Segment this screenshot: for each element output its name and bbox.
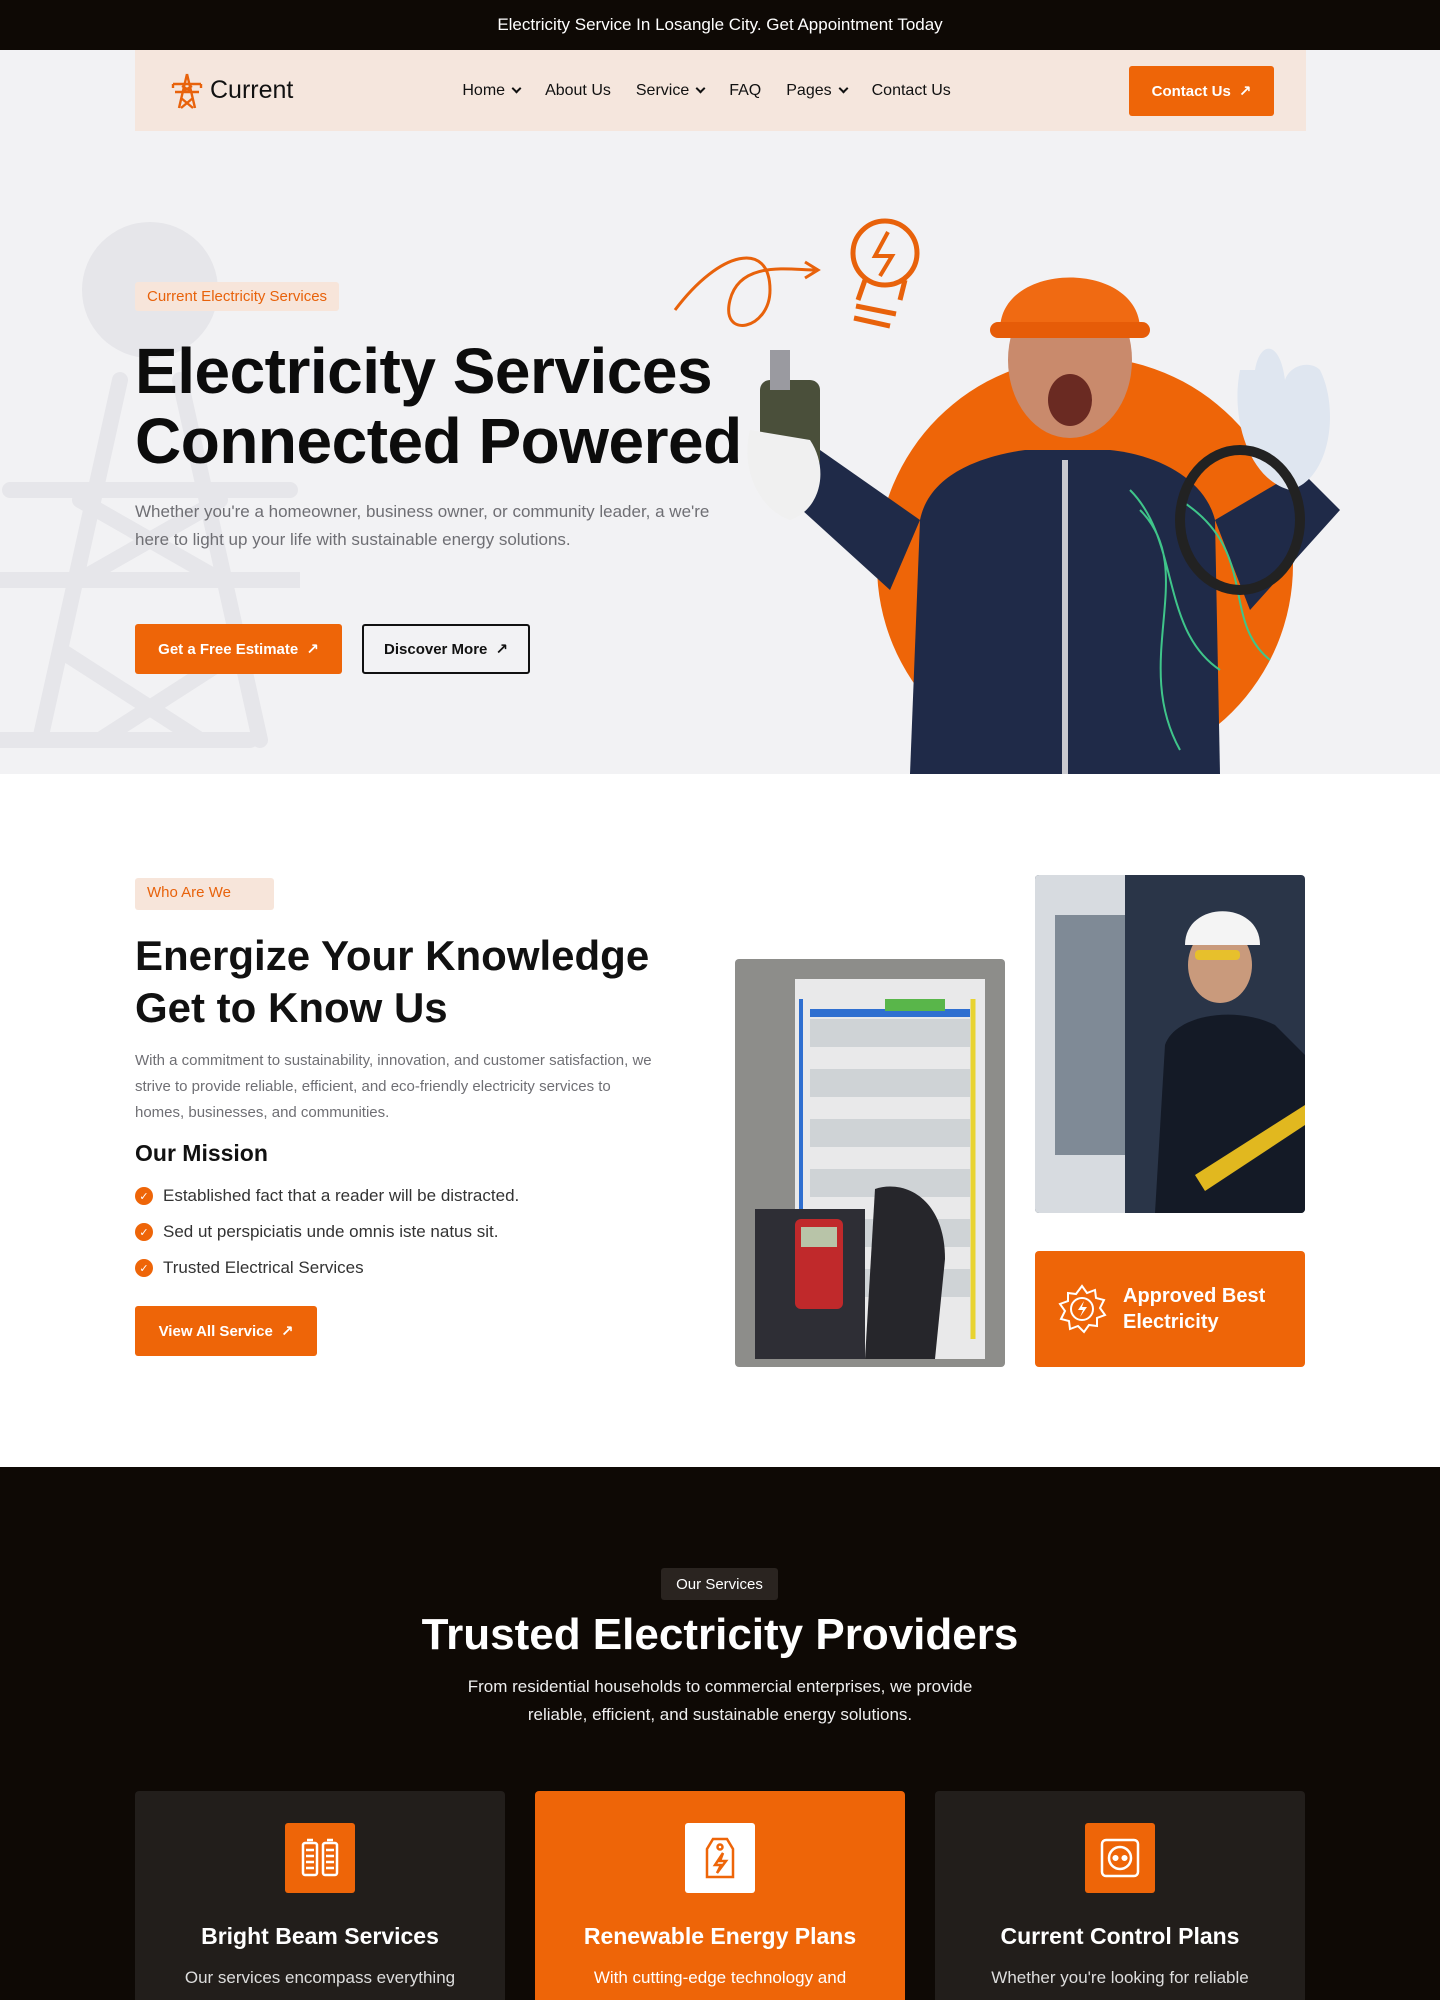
hero-section: Current Electricity Services Electricity… — [0, 50, 1440, 774]
nav-label: Service — [635, 81, 690, 99]
discover-more-button[interactable]: Discover More ↗ — [362, 624, 530, 674]
electrical-panel-photo — [735, 959, 1005, 1367]
services-description: From residential households to commercia… — [467, 1677, 973, 1724]
mission-heading: Our Mission — [135, 1140, 268, 1166]
about-tag: Who Are We — [135, 878, 274, 910]
about-description: With a commitment to sustainability, inn… — [135, 1052, 652, 1121]
logo-text: Current — [210, 76, 294, 104]
announcement-bar: Electricity Service In Losangle City. Ge… — [0, 0, 1440, 50]
free-estimate-label: Get a Free Estimate — [158, 640, 299, 658]
card-title: Bright Beam Services — [201, 1923, 439, 1949]
view-all-service-button[interactable]: View All Service ↗ — [135, 1306, 317, 1356]
nav-item-home[interactable]: Home — [462, 81, 522, 100]
service-card-renewable[interactable]: Renewable Energy Plans With cutting-edge… — [535, 1791, 905, 2000]
check-icon: ✓ — [135, 1259, 153, 1277]
lightning-badge-icon — [1058, 1284, 1107, 1334]
contact-us-label: Contact Us — [1151, 82, 1231, 100]
check-icon: ✓ — [135, 1223, 153, 1241]
card-title: Renewable Energy Plans — [583, 1923, 857, 1949]
arrow-up-right-icon: ↗ — [495, 641, 508, 658]
view-all-service-label: View All Service — [158, 1322, 273, 1340]
hero-title: Electricity Services Connected Powered — [135, 336, 742, 476]
hero-title-line2: Connected Powered — [135, 405, 742, 477]
free-estimate-button[interactable]: Get a Free Estimate ↗ — [135, 624, 342, 674]
check-icon: ✓ — [135, 1187, 153, 1205]
card-text: With cutting-edge technology and — [593, 1968, 847, 1987]
energy-tag-icon — [685, 1823, 755, 1893]
service-card-current-control[interactable]: Current Control Plans Whether you're loo… — [935, 1791, 1305, 2000]
hero-title-line1: Electricity Services — [135, 335, 713, 407]
chevron-down-icon — [511, 83, 522, 94]
nav-item-service[interactable]: Service — [635, 81, 706, 100]
electrician-hero-image — [673, 218, 1340, 774]
approved-text: Approved Best Electricity — [1123, 1283, 1265, 1335]
electrician-working-photo — [1035, 875, 1305, 1213]
nav-label: FAQ — [729, 81, 762, 99]
arrow-up-right-icon: ↗ — [280, 1323, 294, 1340]
nav-item-faq[interactable]: FAQ — [729, 82, 761, 100]
service-card-bright-beam[interactable]: Bright Beam Services Our services encomp… — [135, 1791, 505, 2000]
about-section: Who Are We Energize Your Knowledge Get t… — [0, 774, 1440, 1467]
list-item: ✓ Established fact that a reader will be … — [135, 1178, 519, 1214]
mission-item-text: Established fact that a reader will be d… — [163, 1186, 520, 1205]
mission-item-text: Trusted Electrical Services — [163, 1258, 364, 1277]
nav-item-pages[interactable]: Pages — [786, 81, 849, 100]
contact-us-button[interactable]: Contact Us ↗ — [1129, 66, 1274, 116]
mission-item-text: Sed ut perspiciatis unde omnis iste natu… — [163, 1222, 499, 1241]
arrow-up-right-icon: ↗ — [1238, 83, 1252, 100]
list-item: ✓ Trusted Electrical Services — [135, 1250, 519, 1286]
nav-label: Contact Us — [871, 81, 951, 99]
logo[interactable]: Current — [170, 72, 293, 110]
mission-list: ✓ Established fact that a reader will be … — [135, 1178, 519, 1286]
list-item: ✓ Sed ut perspiciatis unde omnis iste nat… — [135, 1214, 519, 1250]
services-tag: Our Services — [661, 1568, 778, 1600]
hero-tag: Current Electricity Services — [135, 282, 340, 311]
nav-label: About Us — [545, 81, 611, 99]
nav-item-about[interactable]: About Us — [545, 82, 611, 100]
arrow-up-right-icon: ↗ — [306, 641, 319, 658]
approved-line2: Electricity — [1123, 1311, 1219, 1333]
socket-icon — [1085, 1823, 1155, 1893]
chevron-down-icon — [695, 83, 706, 94]
discover-more-label: Discover More — [384, 640, 488, 658]
battery-icon — [285, 1823, 355, 1893]
hero-description: Whether you're a homeowner, business own… — [135, 502, 710, 549]
power-tower-icon — [171, 73, 203, 109]
approved-line1: Approved Best — [1123, 1285, 1266, 1307]
about-title-line2: Get to Know Us — [135, 984, 448, 1031]
nav-label: Pages — [786, 81, 832, 99]
services-section: Our Services Trusted Electricity Provide… — [0, 1467, 1440, 2000]
nav-menu: Home About Us Service FAQ Pages Contact … — [462, 82, 950, 100]
nav-item-contact[interactable]: Contact Us — [872, 82, 951, 100]
card-text: Whether you're looking for reliable — [991, 1968, 1249, 1987]
nav-label: Home — [462, 81, 506, 99]
announcement-text: Electricity Service In Losangle City. Ge… — [497, 15, 943, 34]
about-title-line1: Energize Your Knowledge — [135, 932, 650, 979]
chevron-down-icon — [838, 83, 849, 94]
services-title: Trusted Electricity Providers — [421, 1610, 1019, 1659]
main-navigation: Current Home About Us Service FAQ Pages … — [135, 50, 1306, 131]
card-title: Current Control Plans — [1000, 1923, 1240, 1949]
approved-badge: Approved Best Electricity — [1035, 1251, 1305, 1367]
card-text: Our services encompass everything — [184, 1968, 456, 1987]
about-title: Energize Your Knowledge Get to Know Us — [135, 930, 649, 1034]
lightbulb-icon — [850, 218, 920, 329]
